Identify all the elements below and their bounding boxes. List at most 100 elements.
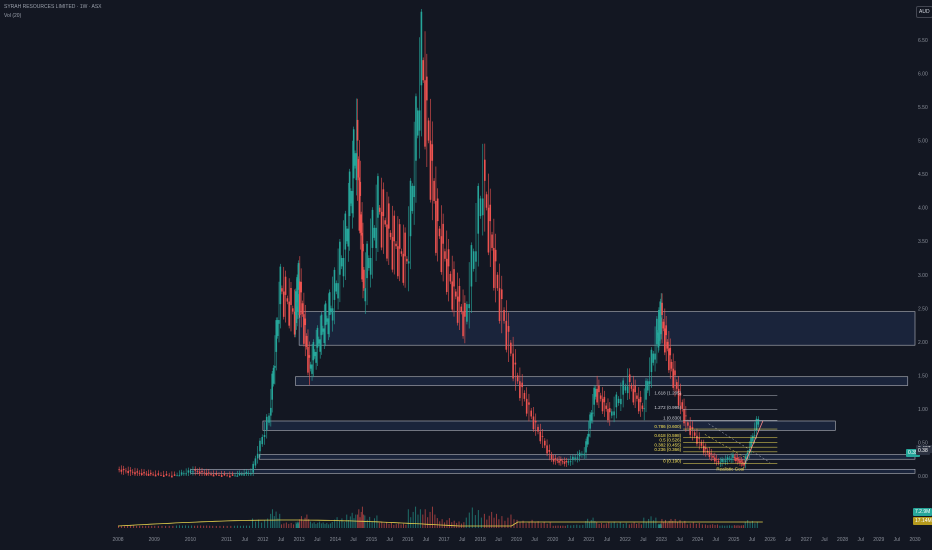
- y-tick-label: 0.00: [918, 474, 928, 480]
- price-candle: [726, 457, 729, 460]
- volume-badge: 7.2.9M: [913, 508, 932, 516]
- volume-bar: [203, 525, 205, 528]
- price-candle: [530, 410, 533, 417]
- volume-bar: [271, 509, 273, 528]
- volume-bar: [504, 520, 506, 528]
- price-candle: [205, 473, 208, 476]
- price-candle: [630, 385, 633, 389]
- price-candle: [505, 320, 508, 350]
- y-tick-label: 2.50: [918, 306, 928, 312]
- volume-bar: [165, 525, 167, 528]
- price-candle: [466, 304, 468, 322]
- x-tick-label: 2021: [583, 537, 594, 543]
- volume-bar: [388, 524, 390, 528]
- price-candle: [331, 308, 334, 321]
- volume-bar: [709, 524, 711, 528]
- x-tick-label: 2028: [837, 537, 848, 543]
- price-candle: [626, 386, 629, 394]
- volume-bar: [587, 518, 589, 528]
- price-candle: [599, 395, 602, 399]
- price-candle: [426, 76, 428, 101]
- volume-bar: [304, 517, 306, 528]
- price-candle: [715, 458, 718, 460]
- volume-bar: [359, 517, 361, 528]
- price-candle: [278, 320, 280, 324]
- volume-bar: [555, 525, 557, 528]
- price-candle: [160, 474, 162, 476]
- price-candle: [272, 367, 275, 384]
- volume-bar: [719, 525, 721, 528]
- volume-bar: [258, 519, 260, 528]
- volume-bar: [721, 525, 723, 528]
- price-candle: [481, 198, 484, 216]
- volume-bar: [631, 523, 633, 528]
- price-candle: [574, 457, 576, 459]
- price-candle: [681, 402, 684, 409]
- price-candle: [603, 396, 606, 403]
- volume-bar: [608, 522, 610, 528]
- price-candle: [632, 388, 635, 403]
- volume-bar: [557, 525, 559, 528]
- volume-bar: [573, 525, 575, 528]
- volume-bar: [378, 522, 380, 528]
- volume-bar: [625, 522, 627, 528]
- price-candle: [418, 110, 421, 131]
- volume-bar: [747, 520, 749, 528]
- price-candle: [241, 474, 243, 476]
- volume-bar: [665, 519, 667, 528]
- price-candle: [650, 349, 653, 373]
- volume-bar: [564, 525, 566, 528]
- price-candle: [363, 269, 365, 289]
- x-tick-label: Jul: [604, 537, 610, 543]
- volume-bar: [576, 524, 578, 528]
- x-tick-label: 2009: [149, 537, 160, 543]
- price-candle: [375, 227, 377, 249]
- price-candle: [648, 381, 651, 384]
- price-candle: [503, 309, 505, 321]
- x-tick-label: Jul: [242, 537, 248, 543]
- volume-bar: [519, 522, 521, 528]
- price-candle: [514, 362, 517, 365]
- price-candle: [424, 80, 426, 147]
- price-candle: [572, 456, 574, 461]
- price-candle: [290, 287, 292, 305]
- volume-bar: [288, 523, 290, 528]
- y-tick-label: 1.50: [918, 373, 928, 379]
- volume-bar: [458, 521, 460, 528]
- price-candle: [581, 453, 583, 456]
- volume-bar: [315, 524, 317, 528]
- volume-bar: [127, 525, 129, 528]
- volume-bar: [559, 525, 561, 528]
- y-tick-label: 3.00: [918, 273, 928, 279]
- volume-bar: [686, 524, 688, 528]
- volume-bar: [498, 519, 500, 528]
- volume-bar: [628, 524, 630, 528]
- price-candle: [608, 408, 611, 413]
- x-tick-label: 2029: [873, 537, 884, 543]
- volume-bar: [436, 518, 438, 528]
- price-axis: 6.50 6.00 5.50 5.00 4.50 4.00 3.50 3.00 2.50 2.00…: [918, 38, 928, 480]
- x-tick-label: Jul: [278, 537, 284, 543]
- volume-bar: [471, 507, 473, 528]
- price-chart[interactable]: 1.618 (1.205) 1.272 (0.995) 1 (0.830) 0.786…: [0, 0, 932, 550]
- price-candle: [127, 470, 129, 473]
- volume-bar: [417, 514, 419, 528]
- volume-bar: [320, 523, 322, 528]
- price-badge: 0.38: [916, 446, 930, 455]
- price-candle: [250, 473, 252, 475]
- price-candle: [470, 245, 473, 287]
- volume-bar: [663, 521, 665, 528]
- x-tick-label: 2014: [330, 537, 341, 543]
- price-candle: [541, 436, 544, 437]
- price-candle: [672, 368, 674, 388]
- volume-bar: [596, 522, 598, 528]
- x-tick-label: 2015: [366, 537, 377, 543]
- x-tick-label: 2027: [801, 537, 812, 543]
- price-candle: [344, 213, 347, 250]
- volume-bar: [172, 525, 174, 528]
- volume-bar: [412, 511, 414, 528]
- price-candle: [371, 209, 374, 248]
- volume-bar: [567, 524, 569, 528]
- volume-bar: [402, 523, 404, 528]
- price-candle: [183, 473, 185, 475]
